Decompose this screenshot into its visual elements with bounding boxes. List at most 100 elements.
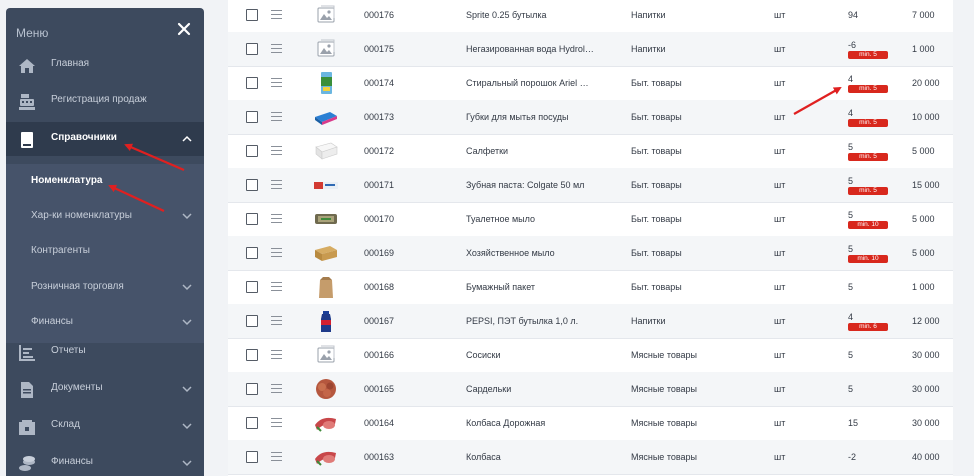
product-name[interactable]: Хозяйственное мыло xyxy=(466,236,594,270)
row-checkbox[interactable] xyxy=(246,179,258,191)
warehouse-icon xyxy=(19,420,35,435)
drag-handle-icon[interactable] xyxy=(271,146,282,155)
chevron-down-icon xyxy=(182,213,192,220)
min-stock-badge: min. 5 xyxy=(848,186,888,195)
product-category: Мясные товары xyxy=(631,350,698,360)
book-icon xyxy=(21,132,33,148)
sidebar-subitem-nomenclature[interactable]: Номенклатура xyxy=(6,164,204,198)
sidebar-subitem-retail[interactable]: Розничная торговля xyxy=(6,270,204,304)
product-name[interactable]: PEPSI, ПЭТ бутылка 1,0 л. xyxy=(466,304,594,338)
sidebar-subitem-counterparties[interactable]: Контрагенты xyxy=(6,234,204,268)
table-row[interactable]: 000166 Сосиски Мясные товары шт 5 30 000 xyxy=(228,338,953,373)
product-unit: шт xyxy=(774,350,786,360)
product-code: 000172 xyxy=(364,146,395,156)
product-name[interactable]: Негазированная вода Hydroli... xyxy=(466,32,594,66)
drag-handle-icon[interactable] xyxy=(271,282,282,291)
drag-handle-icon[interactable] xyxy=(271,316,282,325)
drag-handle-icon[interactable] xyxy=(271,384,282,393)
drag-handle-icon[interactable] xyxy=(271,452,282,461)
row-checkbox[interactable] xyxy=(246,451,258,463)
table-row[interactable]: 000174 Стиральный порошок Ariel Fr... Быт.… xyxy=(228,66,953,101)
row-checkbox[interactable] xyxy=(246,417,258,429)
table-row[interactable]: 000173 Губки для мытья посуды Быт. товары ш… xyxy=(228,100,953,135)
sidebar-item-home[interactable]: Главная xyxy=(6,48,204,82)
sidebar-item-finance[interactable]: Финансы xyxy=(6,446,204,476)
table-row[interactable]: 000171 Зубная паста: Colgate 50 мл Быт. то… xyxy=(228,168,953,203)
product-unit: шт xyxy=(774,452,786,462)
row-checkbox[interactable] xyxy=(246,213,258,225)
drag-handle-icon[interactable] xyxy=(271,180,282,189)
row-checkbox[interactable] xyxy=(246,383,258,395)
product-quantity: 4 min. 6 xyxy=(848,304,888,338)
product-name[interactable]: Туалетное мыло xyxy=(466,202,594,236)
drag-handle-icon[interactable] xyxy=(271,248,282,257)
table-row[interactable]: 000172 Салфетки Быт. товары шт 5 min. 5 5 000 xyxy=(228,134,953,169)
table-row[interactable]: 000175 Негазированная вода Hydroli... Напи… xyxy=(228,32,953,67)
product-image xyxy=(315,112,337,125)
sidebar-subitem-label: Номенклатура xyxy=(31,175,103,186)
table-row[interactable]: 000163 Колбаса Мясные товары шт -2 40 000 xyxy=(228,440,953,475)
quantity-value: 5 xyxy=(848,384,854,394)
sidebar-item-directories[interactable]: Справочники xyxy=(6,122,204,156)
sidebar-subitem-label: Хар-ки номенклатуры xyxy=(31,210,132,221)
min-stock-badge: min. 10 xyxy=(848,220,888,229)
product-price: 15 000 xyxy=(912,180,940,190)
drag-handle-icon[interactable] xyxy=(271,78,282,87)
drag-handle-icon[interactable] xyxy=(271,214,282,223)
product-name[interactable]: Колбаса Дорожная xyxy=(466,406,594,440)
product-image xyxy=(316,379,336,399)
drag-handle-icon[interactable] xyxy=(271,112,282,121)
drag-handle-icon[interactable] xyxy=(271,418,282,427)
product-price: 1 000 xyxy=(912,282,935,292)
product-name[interactable]: Салфетки xyxy=(466,134,594,168)
row-checkbox[interactable] xyxy=(246,247,258,259)
product-name[interactable]: Сосиски xyxy=(466,338,594,372)
table-row[interactable]: 000167 PEPSI, ПЭТ бутылка 1,0 л. Напитки шт… xyxy=(228,304,953,339)
row-checkbox[interactable] xyxy=(246,315,258,327)
product-name[interactable]: Стиральный порошок Ariel Fr... xyxy=(466,66,594,100)
sidebar-subitem-nomenclature-properties[interactable]: Хар-ки номенклатуры xyxy=(6,199,204,233)
sidebar-item-sales-registration[interactable]: Регистрация продаж xyxy=(6,84,204,118)
quantity-value: 4 xyxy=(848,311,854,322)
sidebar-subitem-finance[interactable]: Финансы xyxy=(6,305,204,339)
product-unit: шт xyxy=(774,10,786,20)
product-name[interactable]: Сардельки xyxy=(466,372,594,406)
row-checkbox[interactable] xyxy=(246,77,258,89)
table-row[interactable]: 000170 Туалетное мыло Быт. товары шт 5 min. 1… xyxy=(228,202,953,237)
product-name[interactable]: Губки для мытья посуды xyxy=(466,100,594,134)
product-price: 40 000 xyxy=(912,452,940,462)
product-code: 000174 xyxy=(364,78,395,88)
row-checkbox[interactable] xyxy=(246,9,258,21)
sidebar-item-warehouse[interactable]: Склад xyxy=(6,409,204,443)
table-row[interactable]: 000169 Хозяйственное мыло Быт. товары шт 5 mi… xyxy=(228,236,953,271)
sidebar-item-documents[interactable]: Документы xyxy=(6,372,204,406)
sidebar-subitem-label: Контрагенты xyxy=(31,245,90,256)
table-row[interactable]: 000176 Sprite 0.25 бутылка Напитки шт 94 7 00… xyxy=(228,0,953,33)
min-stock-badge: min. 5 xyxy=(848,118,888,127)
table-row[interactable]: 000168 Бумажный пакет Быт. товары шт 5 1 000 xyxy=(228,270,953,305)
quantity-value: 5 xyxy=(848,350,854,360)
row-checkbox[interactable] xyxy=(246,349,258,361)
home-icon xyxy=(19,59,35,73)
close-icon[interactable] xyxy=(176,21,192,37)
product-price: 7 000 xyxy=(912,10,935,20)
product-code: 000176 xyxy=(364,10,395,20)
row-checkbox[interactable] xyxy=(246,43,258,55)
product-quantity: -2 xyxy=(848,440,856,474)
drag-handle-icon[interactable] xyxy=(271,10,282,19)
product-unit: шт xyxy=(774,418,786,428)
drag-handle-icon[interactable] xyxy=(271,350,282,359)
quantity-value: 5 xyxy=(848,243,854,254)
product-quantity: 5 xyxy=(848,372,853,406)
row-checkbox[interactable] xyxy=(246,281,258,293)
drag-handle-icon[interactable] xyxy=(271,44,282,53)
product-name[interactable]: Колбаса xyxy=(466,440,594,474)
table-row[interactable]: 000164 Колбаса Дорожная Мясные товары шт 15 3… xyxy=(228,406,953,441)
table-row[interactable]: 000165 Сардельки Мясные товары шт 5 30 000 xyxy=(228,372,953,407)
product-name[interactable]: Зубная паста: Colgate 50 мл xyxy=(466,168,594,202)
row-checkbox[interactable] xyxy=(246,145,258,157)
row-checkbox[interactable] xyxy=(246,111,258,123)
product-name[interactable]: Бумажный пакет xyxy=(466,270,594,304)
product-name[interactable]: Sprite 0.25 бутылка xyxy=(466,0,594,32)
sidebar-item-reports[interactable]: Отчеты xyxy=(6,335,204,369)
